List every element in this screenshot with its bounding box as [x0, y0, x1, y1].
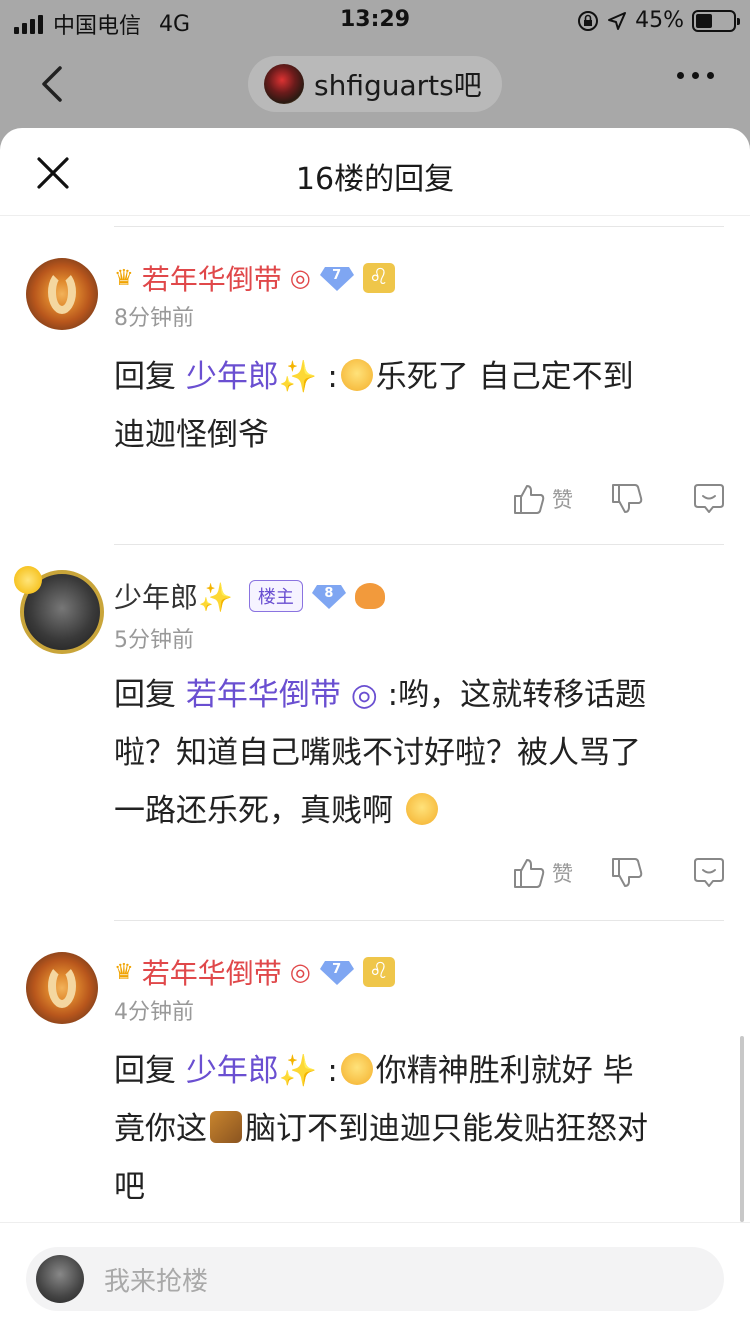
- reply-prefix: 回复: [114, 677, 176, 713]
- dislike-button[interactable]: [610, 482, 692, 516]
- like-button[interactable]: 赞: [512, 856, 610, 890]
- crown-icon: ♛: [114, 959, 134, 985]
- reply-button[interactable]: [692, 856, 726, 890]
- gamepad-icon: [354, 583, 385, 609]
- text-line: 你精神胜利就好 毕: [375, 1053, 634, 1089]
- zodiac-icon: ♌: [362, 263, 395, 293]
- comment-text: 回复 少年郎✨ : 乐死了 自己定不到 迪迦怪倒爷: [114, 348, 726, 464]
- forum-name: shfiguarts吧: [314, 69, 482, 102]
- reply-prefix: 回复: [114, 359, 176, 395]
- battery-icon: [692, 9, 740, 32]
- timestamp: 4分钟前: [114, 1000, 194, 1025]
- like-label: 赞: [552, 488, 573, 512]
- comment-actions: 赞: [512, 856, 726, 890]
- timestamp: 5分钟前: [114, 628, 194, 653]
- text-line: :哟，这就转移话题: [387, 677, 647, 713]
- level-badge: 8: [311, 582, 347, 610]
- mention-link[interactable]: 少年郎✨: [186, 359, 318, 395]
- text-line: 吧: [114, 1169, 145, 1205]
- comment-actions: 赞: [512, 482, 726, 516]
- divider: [114, 226, 724, 227]
- reply-prefix: 回复: [114, 1053, 176, 1089]
- reply-button[interactable]: [692, 482, 726, 516]
- forum-pill[interactable]: shfiguarts吧: [248, 56, 502, 112]
- comment-text: 回复 若年华倒带 ◎ :哟，这就转移话题 啦？知道自己嘴贱不讨好啦？被人骂了 一…: [114, 666, 726, 840]
- username[interactable]: 若年华倒带: [142, 952, 282, 992]
- avatar[interactable]: [26, 952, 98, 1024]
- username[interactable]: 若年华倒带: [142, 258, 282, 298]
- level-number: 7: [332, 962, 342, 977]
- crown-icon: ♛: [114, 265, 134, 291]
- battery-percent: 45%: [635, 8, 684, 33]
- chevron-left-icon[interactable]: [30, 60, 78, 108]
- ring-icon: ◎: [289, 958, 311, 986]
- input-placeholder: 我来抢楼: [104, 1266, 209, 1297]
- sheet-header: 16楼的回复: [0, 128, 750, 216]
- my-avatar: [36, 1255, 84, 1303]
- divider: [114, 544, 724, 545]
- timestamp: 8分钟前: [114, 306, 194, 331]
- scrollbar[interactable]: [740, 1036, 744, 1222]
- user-line: ♛ 若年华倒带 ◎ 7 ♌: [114, 258, 395, 298]
- location-icon: [608, 11, 627, 30]
- reply-input[interactable]: 我来抢楼: [26, 1247, 724, 1311]
- user-line: ♛ 若年华倒带 ◎ 7 ♌: [114, 952, 395, 992]
- user-line: 少年郎✨ 楼主 8: [114, 576, 385, 616]
- reply-sheet: 16楼的回复 ♛ 若年华倒带 ◎ 7 ♌ 8分钟前 回复 少年郎✨ : 乐死了 自…: [0, 128, 750, 1334]
- text-line: 啦？知道自己嘴贱不讨好啦？被人骂了: [114, 735, 641, 771]
- like-label: 赞: [552, 862, 573, 886]
- laugh-emoji-icon: [340, 359, 373, 391]
- thumbs-down-icon: [612, 858, 643, 887]
- text-line: 乐死了 自己定不到: [375, 359, 634, 395]
- status-bar: 中国电信 4G 13:29 45%: [0, 0, 750, 40]
- grin-emoji-icon: [405, 793, 438, 825]
- thumbs-up-icon: [514, 485, 545, 514]
- level-number: 8: [324, 586, 334, 601]
- bottom-bar: 我来抢楼: [0, 1222, 750, 1334]
- top-nav: shfiguarts吧: [0, 50, 750, 120]
- username[interactable]: 少年郎✨: [114, 576, 233, 616]
- thumbs-up-icon: [514, 859, 545, 888]
- comment-text: 回复 少年郎✨ : 你精神胜利就好 毕 竟你这 脑订不到迪迦只能发贴狂怒对 吧: [114, 1042, 726, 1216]
- text-line: 竟你这: [114, 1111, 207, 1147]
- level-number: 7: [332, 268, 342, 283]
- dog-emoji-icon: [210, 1111, 242, 1143]
- host-badge: 楼主: [248, 580, 303, 612]
- mention-link[interactable]: 若年华倒带 ◎: [186, 677, 378, 713]
- comment-icon: [694, 858, 724, 887]
- more-icon[interactable]: [677, 72, 714, 79]
- level-badge: 7: [319, 958, 355, 986]
- like-button[interactable]: 赞: [512, 482, 610, 516]
- zodiac-icon: ♌: [362, 957, 395, 987]
- avatar[interactable]: [26, 258, 98, 330]
- comment-icon: [694, 484, 724, 513]
- avatar-frame-icon: [14, 566, 42, 594]
- smile-emoji-icon: [340, 1053, 373, 1085]
- dislike-button[interactable]: [610, 856, 692, 890]
- level-badge: 7: [319, 264, 355, 292]
- text-line: 迪迦怪倒爷: [114, 417, 269, 453]
- thumbs-down-icon: [612, 484, 643, 513]
- orientation-lock-icon: [578, 10, 599, 31]
- divider: [114, 920, 724, 921]
- text-line: 脑订不到迪迦只能发贴狂怒对: [245, 1111, 648, 1147]
- mention-link[interactable]: 少年郎✨: [186, 1053, 318, 1089]
- text-line: 一路还乐死，真贱啊: [114, 793, 393, 829]
- ring-icon: ◎: [289, 264, 311, 292]
- forum-avatar: [264, 64, 304, 104]
- sheet-title: 16楼的回复: [295, 162, 455, 197]
